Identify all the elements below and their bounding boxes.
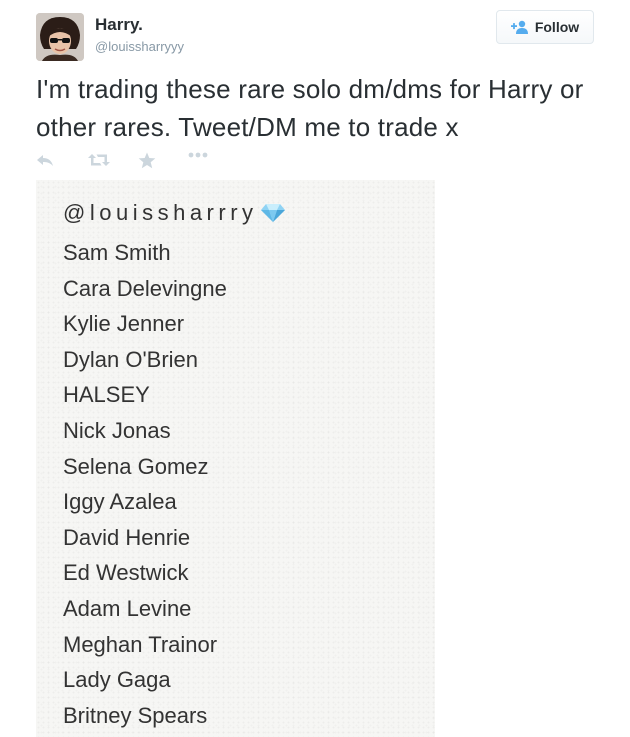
list-item: Lady Gaga xyxy=(63,667,171,693)
list-item: Cara Delevingne xyxy=(63,275,227,301)
user-handle[interactable]: @louissharryyy xyxy=(95,39,184,54)
avatar[interactable] xyxy=(36,13,84,61)
image-handle-text: @louissharrry xyxy=(63,200,258,225)
list-item: Kylie Jenner xyxy=(63,311,185,337)
list-item: Meghan Trainor xyxy=(63,631,218,657)
tweet-image[interactable]: @louissharrry Sam Smith Cara Delevingne … xyxy=(36,180,435,737)
list-item: Britney Spears xyxy=(63,702,208,728)
user-name[interactable]: Harry. xyxy=(95,15,143,35)
list-item: Dylan O'Brien xyxy=(63,346,199,372)
list-item: Nick Jonas xyxy=(63,417,171,443)
celebrity-list: Sam Smith Cara Delevingne Kylie Jenner D… xyxy=(63,235,227,733)
follow-button[interactable]: Follow xyxy=(496,10,594,44)
retweet-icon[interactable] xyxy=(88,152,110,168)
image-handle: @louissharrry xyxy=(63,200,286,226)
favorite-icon[interactable] xyxy=(138,152,158,169)
list-item: Selena Gomez xyxy=(63,453,209,479)
list-item: Adam Levine xyxy=(63,595,192,621)
list-item: Sam Smith xyxy=(63,240,171,265)
more-icon[interactable] xyxy=(188,152,208,168)
list-item: David Henrie xyxy=(63,524,191,550)
diamond-icon xyxy=(260,203,286,223)
follow-label: Follow xyxy=(534,19,580,35)
list-item: HALSEY xyxy=(63,382,150,408)
list-item: Ed Westwick xyxy=(63,560,189,586)
list-item: Iggy Azalea xyxy=(63,489,177,515)
tweet-actions xyxy=(36,150,208,170)
tweet-text: I'm trading these rare solo dm/dms for H… xyxy=(36,74,584,142)
reply-icon[interactable] xyxy=(36,152,56,168)
add-user-icon xyxy=(510,20,529,34)
